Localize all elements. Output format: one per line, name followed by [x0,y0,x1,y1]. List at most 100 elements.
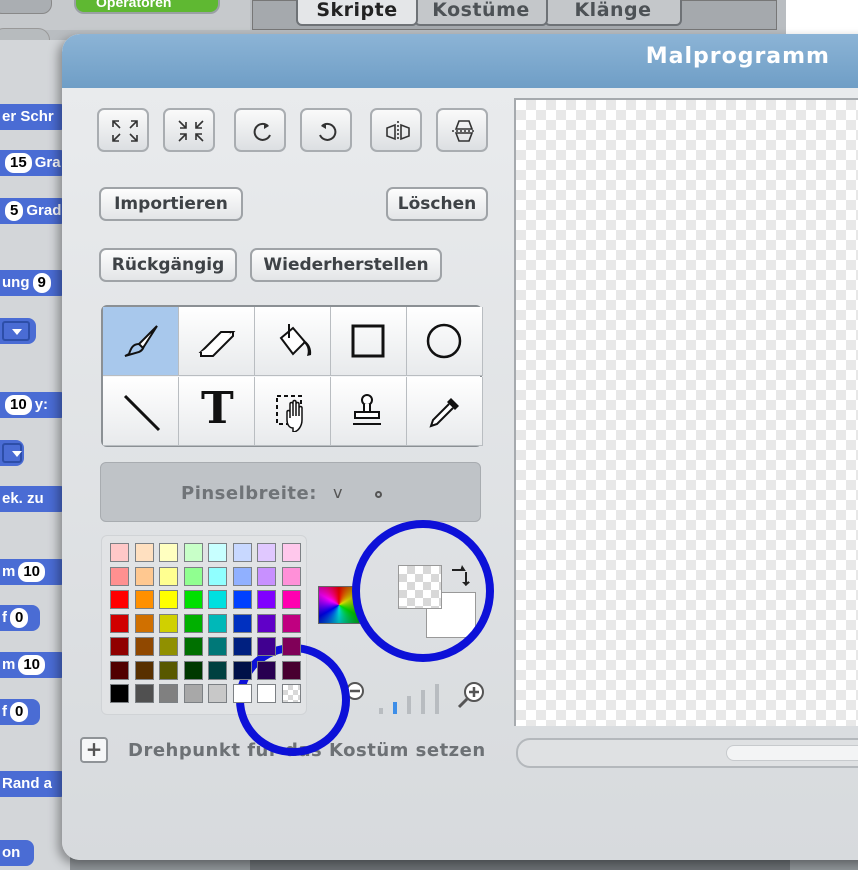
eyedropper-tool[interactable] [407,377,483,446]
palette-swatch[interactable] [232,613,252,633]
palette-swatch[interactable] [159,613,178,633]
script-block[interactable]: f0 [0,605,40,631]
palette-swatch[interactable] [183,590,203,609]
rotate-right-button[interactable] [300,108,352,152]
grow-button[interactable] [97,108,149,152]
zoom-level-bar[interactable] [435,684,439,714]
redo-button[interactable]: Wiederherstellen [250,248,442,282]
palette-swatch[interactable] [110,660,129,680]
dropdown-arrow-icon[interactable] [2,443,22,464]
rectangle-tool[interactable] [331,307,407,376]
palette-swatch[interactable] [134,637,154,656]
palette-swatch[interactable] [110,566,129,586]
palette-swatch[interactable] [281,684,301,703]
script-block[interactable]: 5 Grad [0,198,68,224]
palette-swatch[interactable] [208,684,227,703]
tab-sounds[interactable]: Klänge [544,0,682,26]
text-tool[interactable]: T [179,377,255,446]
palette-swatch[interactable] [232,566,252,586]
palette-swatch[interactable] [183,637,203,656]
palette-swatch[interactable] [257,637,276,656]
palette-swatch[interactable] [208,660,227,680]
script-block[interactable]: 10 y: [0,392,68,418]
palette-swatch[interactable] [257,684,276,703]
script-block[interactable]: m 10 [0,652,68,678]
zoom-level-bar[interactable] [407,696,411,714]
zoom-level-bar[interactable] [379,708,383,714]
script-block[interactable]: on [0,840,34,866]
palette-swatch[interactable] [232,590,252,609]
palette-swatch[interactable] [159,684,178,703]
scrollbar-thumb[interactable] [726,745,858,761]
tab-scripts[interactable]: Skripte [296,0,418,26]
palette-swatch[interactable] [281,613,301,633]
palette-swatch[interactable] [208,543,227,562]
palette-swatch[interactable] [232,543,252,562]
rotate-left-button[interactable] [234,108,286,152]
palette-swatch[interactable] [134,590,154,609]
palette-swatch[interactable] [183,684,203,703]
palette-swatch[interactable] [183,543,203,562]
flip-vertical-button[interactable] [436,108,488,152]
palette-swatch[interactable] [257,543,276,562]
script-block[interactable]: ung 9 [0,270,68,296]
dropdown-arrow-icon[interactable] [2,321,30,342]
import-button[interactable]: Importieren [99,187,243,221]
palette-swatch[interactable] [281,543,301,562]
eraser-tool[interactable] [179,307,255,376]
paintbrush-tool[interactable] [103,307,179,376]
script-block-dropdown[interactable] [0,440,24,466]
paint-canvas[interactable] [514,98,858,726]
palette-swatch[interactable] [110,684,129,703]
palette-swatch[interactable] [183,613,203,633]
palette-swatch[interactable] [257,613,276,633]
palette-swatch[interactable] [110,590,129,609]
script-block[interactable]: er Schr [0,104,68,130]
palette-swatch[interactable] [257,660,276,680]
set-rotation-center-button[interactable]: + [80,737,108,763]
ellipse-tool[interactable] [407,307,483,376]
palette-swatch[interactable] [232,660,252,680]
palette-swatch[interactable] [134,613,154,633]
category-button[interactable] [0,0,52,14]
fill-tool[interactable] [255,307,331,376]
zoom-in-icon[interactable] [456,680,490,710]
undo-button[interactable]: Rückgängig [99,248,237,282]
palette-swatch[interactable] [281,637,301,656]
shrink-button[interactable] [163,108,215,152]
palette-swatch[interactable] [232,684,252,703]
palette-swatch[interactable] [257,566,276,586]
palette-swatch[interactable] [183,660,203,680]
palette-swatch[interactable] [208,637,227,656]
palette-swatch[interactable] [281,590,301,609]
palette-swatch[interactable] [110,543,129,562]
script-block[interactable]: 15 Gra [0,150,68,176]
script-block[interactable]: ek. zu [0,486,68,512]
line-tool[interactable] [103,377,179,446]
clear-button[interactable]: Löschen [386,187,488,221]
zoom-level-bar[interactable] [393,702,397,714]
palette-swatch[interactable] [281,660,301,680]
script-block[interactable]: Rand a [0,771,68,797]
palette-swatch[interactable] [159,543,178,562]
palette-swatch[interactable] [159,566,178,586]
flip-horizontal-button[interactable] [370,108,422,152]
select-tool[interactable] [255,377,331,446]
palette-swatch[interactable] [232,637,252,656]
script-block[interactable]: f0 [0,699,40,725]
zoom-level-bar[interactable] [421,690,425,714]
palette-swatch[interactable] [134,543,154,562]
chevron-down-icon[interactable]: v [333,483,342,502]
palette-swatch[interactable] [159,637,178,656]
palette-swatch[interactable] [208,566,227,586]
palette-swatch[interactable] [159,660,178,680]
palette-swatch[interactable] [281,566,301,586]
canvas-horizontal-scrollbar[interactable] [516,738,858,768]
palette-swatch[interactable] [134,660,154,680]
script-block[interactable]: m 10 [0,559,68,585]
palette-swatch[interactable] [183,566,203,586]
tab-costumes[interactable]: Kostüme [414,0,548,26]
script-block-dropdown[interactable] [0,318,36,344]
palette-swatch[interactable] [110,637,129,656]
palette-swatch[interactable] [134,566,154,586]
